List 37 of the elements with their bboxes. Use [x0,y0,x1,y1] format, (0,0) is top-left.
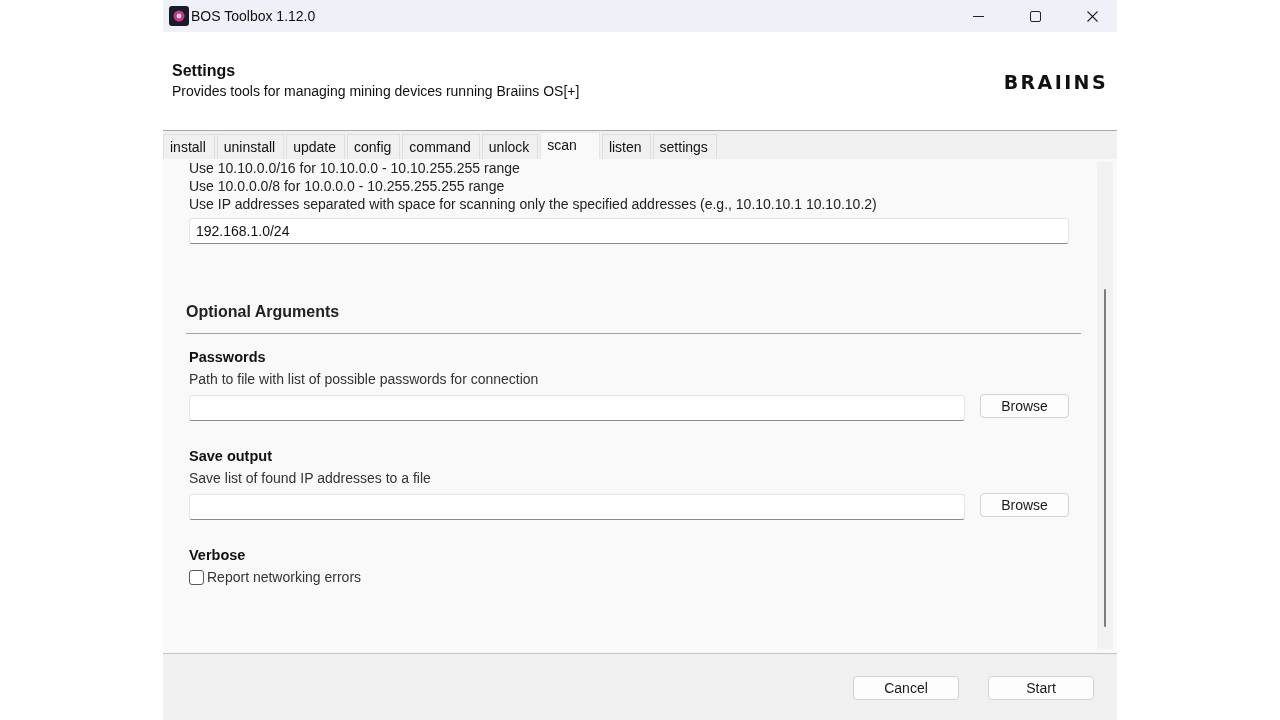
tab[interactable]: command [402,134,480,159]
option-title: Save output [189,447,273,466]
tab[interactable]: unlock [481,134,539,159]
tab[interactable]: uninstall [216,134,285,159]
window-title: BOS Toolbox 1.12.0 [191,8,316,24]
scrollbar[interactable] [1097,162,1113,649]
help-text: Use 10.10.0.0/16 for 10.10.0.0 - 10.10.255.255 range [189,159,521,177]
file-path-input[interactable] [189,395,965,421]
help-text: Use IP addresses separated with space for scanning only the specified addresses (e.g., 10.10.10.1 10.10.10.2) [189,195,878,213]
file-path-input[interactable] [189,494,965,520]
dialog-button[interactable]: Cancel [853,676,959,700]
section-heading: Optional Arguments [186,302,341,322]
option-description: Path to file with list of possible passwords for connection [189,370,540,389]
option-title: Verbose [189,546,247,565]
browse-button[interactable]: Browse [980,394,1069,418]
address-input[interactable]: 192.168.1.0/24 [189,218,1069,244]
tab[interactable]: listen [601,134,651,159]
page-title: Settings [172,61,237,81]
minimize-icon [972,15,984,17]
checkbox[interactable] [189,569,204,585]
tab[interactable]: install [163,134,215,159]
tab[interactable]: update [286,134,345,159]
tab[interactable]: scan [540,132,600,159]
maximize-icon [1029,10,1041,22]
browse-button[interactable]: Browse [980,493,1069,517]
tab[interactable]: settings [652,134,717,159]
scrollbar-thumb[interactable] [1104,289,1106,627]
tab[interactable]: config [347,134,401,159]
option-description: Save list of found IP addresses to a file [189,469,432,488]
close-icon [1086,10,1098,22]
dialog-button[interactable]: Start [988,676,1094,700]
brand-logo: BRAIINS [1003,70,1108,93]
help-text: Use 10.0.0.0/8 for 10.0.0.0 - 10.255.255.255 range [189,177,506,195]
page-subtitle: Provides tools for managing mining devices running Braiins OS[+] [172,82,580,101]
option-title: Passwords [189,348,267,367]
app-icon [169,6,189,26]
checkbox-label: Report networking errors [207,568,362,587]
